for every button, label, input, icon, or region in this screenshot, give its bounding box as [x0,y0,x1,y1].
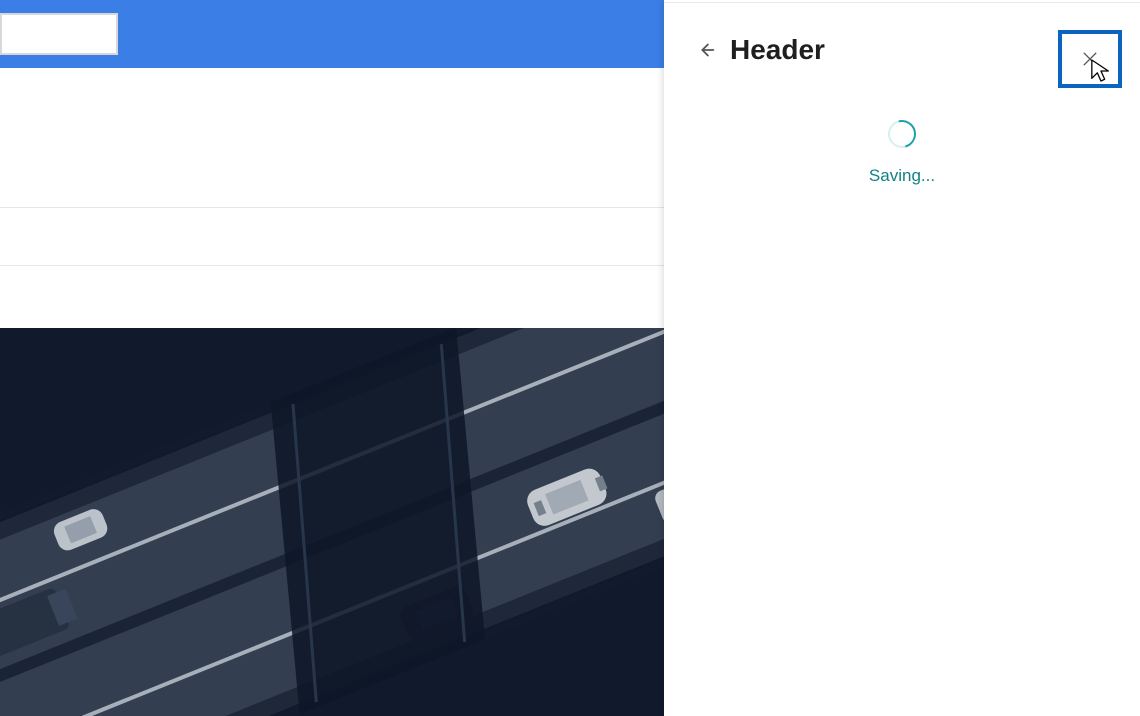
close-button[interactable] [1058,30,1122,88]
toolbar-input[interactable] [0,13,118,55]
content-header-area [0,68,664,208]
saving-text: Saving... [869,166,935,186]
property-panel: Header Saving... [664,0,1140,716]
back-button[interactable] [692,36,720,64]
arrow-left-icon [695,39,717,61]
saving-status: Saving... [664,120,1140,186]
hero-image [0,328,664,716]
content-subheader-row [0,208,664,266]
command-bar [0,0,664,68]
background-page [0,0,664,716]
panel-title: Header [730,34,825,66]
close-icon [1080,49,1100,69]
spinner-icon [883,115,921,153]
content-gap [0,266,664,328]
